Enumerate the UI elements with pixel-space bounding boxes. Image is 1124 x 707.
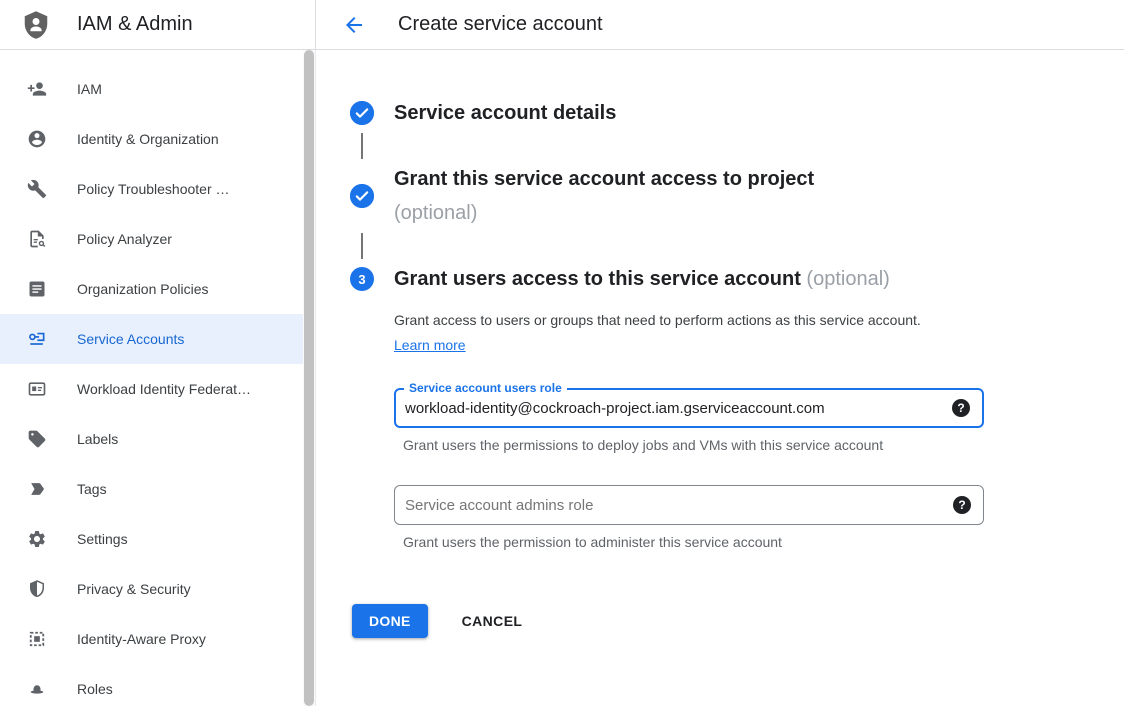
- field-helper-text: Grant users the permission to administer…: [403, 534, 983, 551]
- app-header: IAM & Admin Create service account: [0, 0, 1124, 50]
- step-number: 3: [358, 272, 365, 287]
- sidebar-item-identity-aware-proxy[interactable]: Identity-Aware Proxy: [0, 614, 303, 664]
- sidebar-item-label: Workload Identity Federat…: [77, 381, 251, 397]
- step-title: Grant users access to this service accou…: [394, 262, 890, 296]
- step-optional-label: (optional): [394, 202, 477, 224]
- sidebar-item-roles[interactable]: Roles: [0, 664, 303, 706]
- sidebar-item-privacy-security[interactable]: Privacy & Security: [0, 564, 303, 614]
- sidebar: IAM Identity & Organization Policy Troub…: [0, 50, 316, 706]
- back-arrow-icon[interactable]: [342, 13, 366, 37]
- step-2-grant-access-to-project: Grant this service account access to pro…: [350, 162, 1124, 230]
- sidebar-item-policy-troubleshooter[interactable]: Policy Troubleshooter …: [0, 164, 303, 214]
- sidebar-item-label: Policy Troubleshooter …: [77, 181, 230, 197]
- sidebar-item-labels[interactable]: Labels: [0, 414, 303, 464]
- page-header: Create service account: [316, 0, 1124, 49]
- label-icon: [27, 429, 47, 449]
- sidebar-item-workload-identity-federation[interactable]: Workload Identity Federat…: [0, 364, 303, 414]
- sidebar-item-service-accounts[interactable]: Service Accounts: [0, 314, 303, 364]
- org-policies-icon: [27, 279, 47, 299]
- sidebar-item-label: Service Accounts: [77, 331, 184, 347]
- sidebar-item-organization-policies[interactable]: Organization Policies: [0, 264, 303, 314]
- service-account-admins-role-field: ?: [394, 485, 984, 525]
- field-helper-text: Grant users the permissions to deploy jo…: [403, 437, 983, 454]
- step-title-text: Grant users access to this service accou…: [394, 268, 801, 290]
- person-add-icon: [27, 79, 47, 99]
- sidebar-item-label: Roles: [77, 681, 113, 697]
- step-number-badge: 3: [350, 267, 374, 291]
- product-header: IAM & Admin: [0, 0, 316, 49]
- sidebar-scrollbar-thumb[interactable]: [304, 50, 314, 706]
- workload-identity-icon: [27, 379, 47, 399]
- stepper-connector: [361, 133, 363, 159]
- service-accounts-icon: [27, 329, 47, 349]
- cancel-button[interactable]: CANCEL: [446, 604, 539, 638]
- sidebar-item-label: IAM: [77, 81, 102, 97]
- step-complete-check-icon: [350, 101, 374, 125]
- step-title-text: Grant this service account access to pro…: [394, 168, 814, 190]
- sidebar-scrollbar-track[interactable]: [303, 50, 315, 706]
- sidebar-item-policy-analyzer[interactable]: Policy Analyzer: [0, 214, 303, 264]
- action-buttons: DONE CANCEL: [352, 604, 1124, 638]
- policy-analyzer-icon: [27, 229, 47, 249]
- step-description-text: Grant access to users or groups that nee…: [394, 312, 921, 328]
- step-title: Grant this service account access to pro…: [394, 162, 814, 230]
- tag-icon: [27, 479, 47, 499]
- sidebar-item-settings[interactable]: Settings: [0, 514, 303, 564]
- step-optional-label: (optional): [806, 268, 889, 290]
- sidebar-item-label: Settings: [77, 531, 128, 547]
- half-shield-icon: [27, 579, 47, 599]
- sidebar-item-label: Privacy & Security: [77, 581, 191, 597]
- sidebar-item-iam[interactable]: IAM: [0, 64, 303, 114]
- done-button[interactable]: DONE: [352, 604, 428, 638]
- account-circle-icon: [27, 129, 47, 149]
- sidebar-item-label: Organization Policies: [77, 281, 209, 297]
- sidebar-item-label: Labels: [77, 431, 118, 447]
- step-3-body: Grant access to users or groups that nee…: [394, 308, 1124, 551]
- step-1-service-account-details: Service account details: [350, 96, 1124, 130]
- iam-admin-shield-logo-icon: [21, 10, 51, 40]
- sidebar-item-label: Policy Analyzer: [77, 231, 172, 247]
- wrench-icon: [27, 179, 47, 199]
- stepper-connector: [361, 233, 363, 259]
- page-title: Create service account: [398, 13, 603, 36]
- sidebar-item-identity-organization[interactable]: Identity & Organization: [0, 114, 303, 164]
- field-label: Service account users role: [404, 381, 567, 396]
- step-complete-check-icon: [350, 184, 374, 208]
- service-account-users-role-field: Service account users role ?: [394, 388, 984, 428]
- main-content: Service account details Grant this servi…: [316, 50, 1124, 706]
- learn-more-link[interactable]: Learn more: [394, 337, 466, 353]
- sidebar-item-label: Tags: [77, 481, 107, 497]
- sidebar-item-tags[interactable]: Tags: [0, 464, 303, 514]
- help-icon[interactable]: ?: [953, 496, 971, 514]
- step-description: Grant access to users or groups that nee…: [394, 308, 950, 358]
- sidebar-item-label: Identity-Aware Proxy: [77, 631, 206, 647]
- help-icon[interactable]: ?: [952, 399, 970, 417]
- service-account-admins-role-input[interactable]: [395, 486, 983, 524]
- product-title: IAM & Admin: [77, 13, 193, 36]
- step-3-grant-users-access: 3 Grant users access to this service acc…: [350, 262, 1124, 296]
- iap-icon: [27, 629, 47, 649]
- gear-icon: [27, 529, 47, 549]
- roles-hat-icon: [27, 679, 47, 699]
- sidebar-item-label: Identity & Organization: [77, 131, 219, 147]
- step-title: Service account details: [394, 96, 616, 130]
